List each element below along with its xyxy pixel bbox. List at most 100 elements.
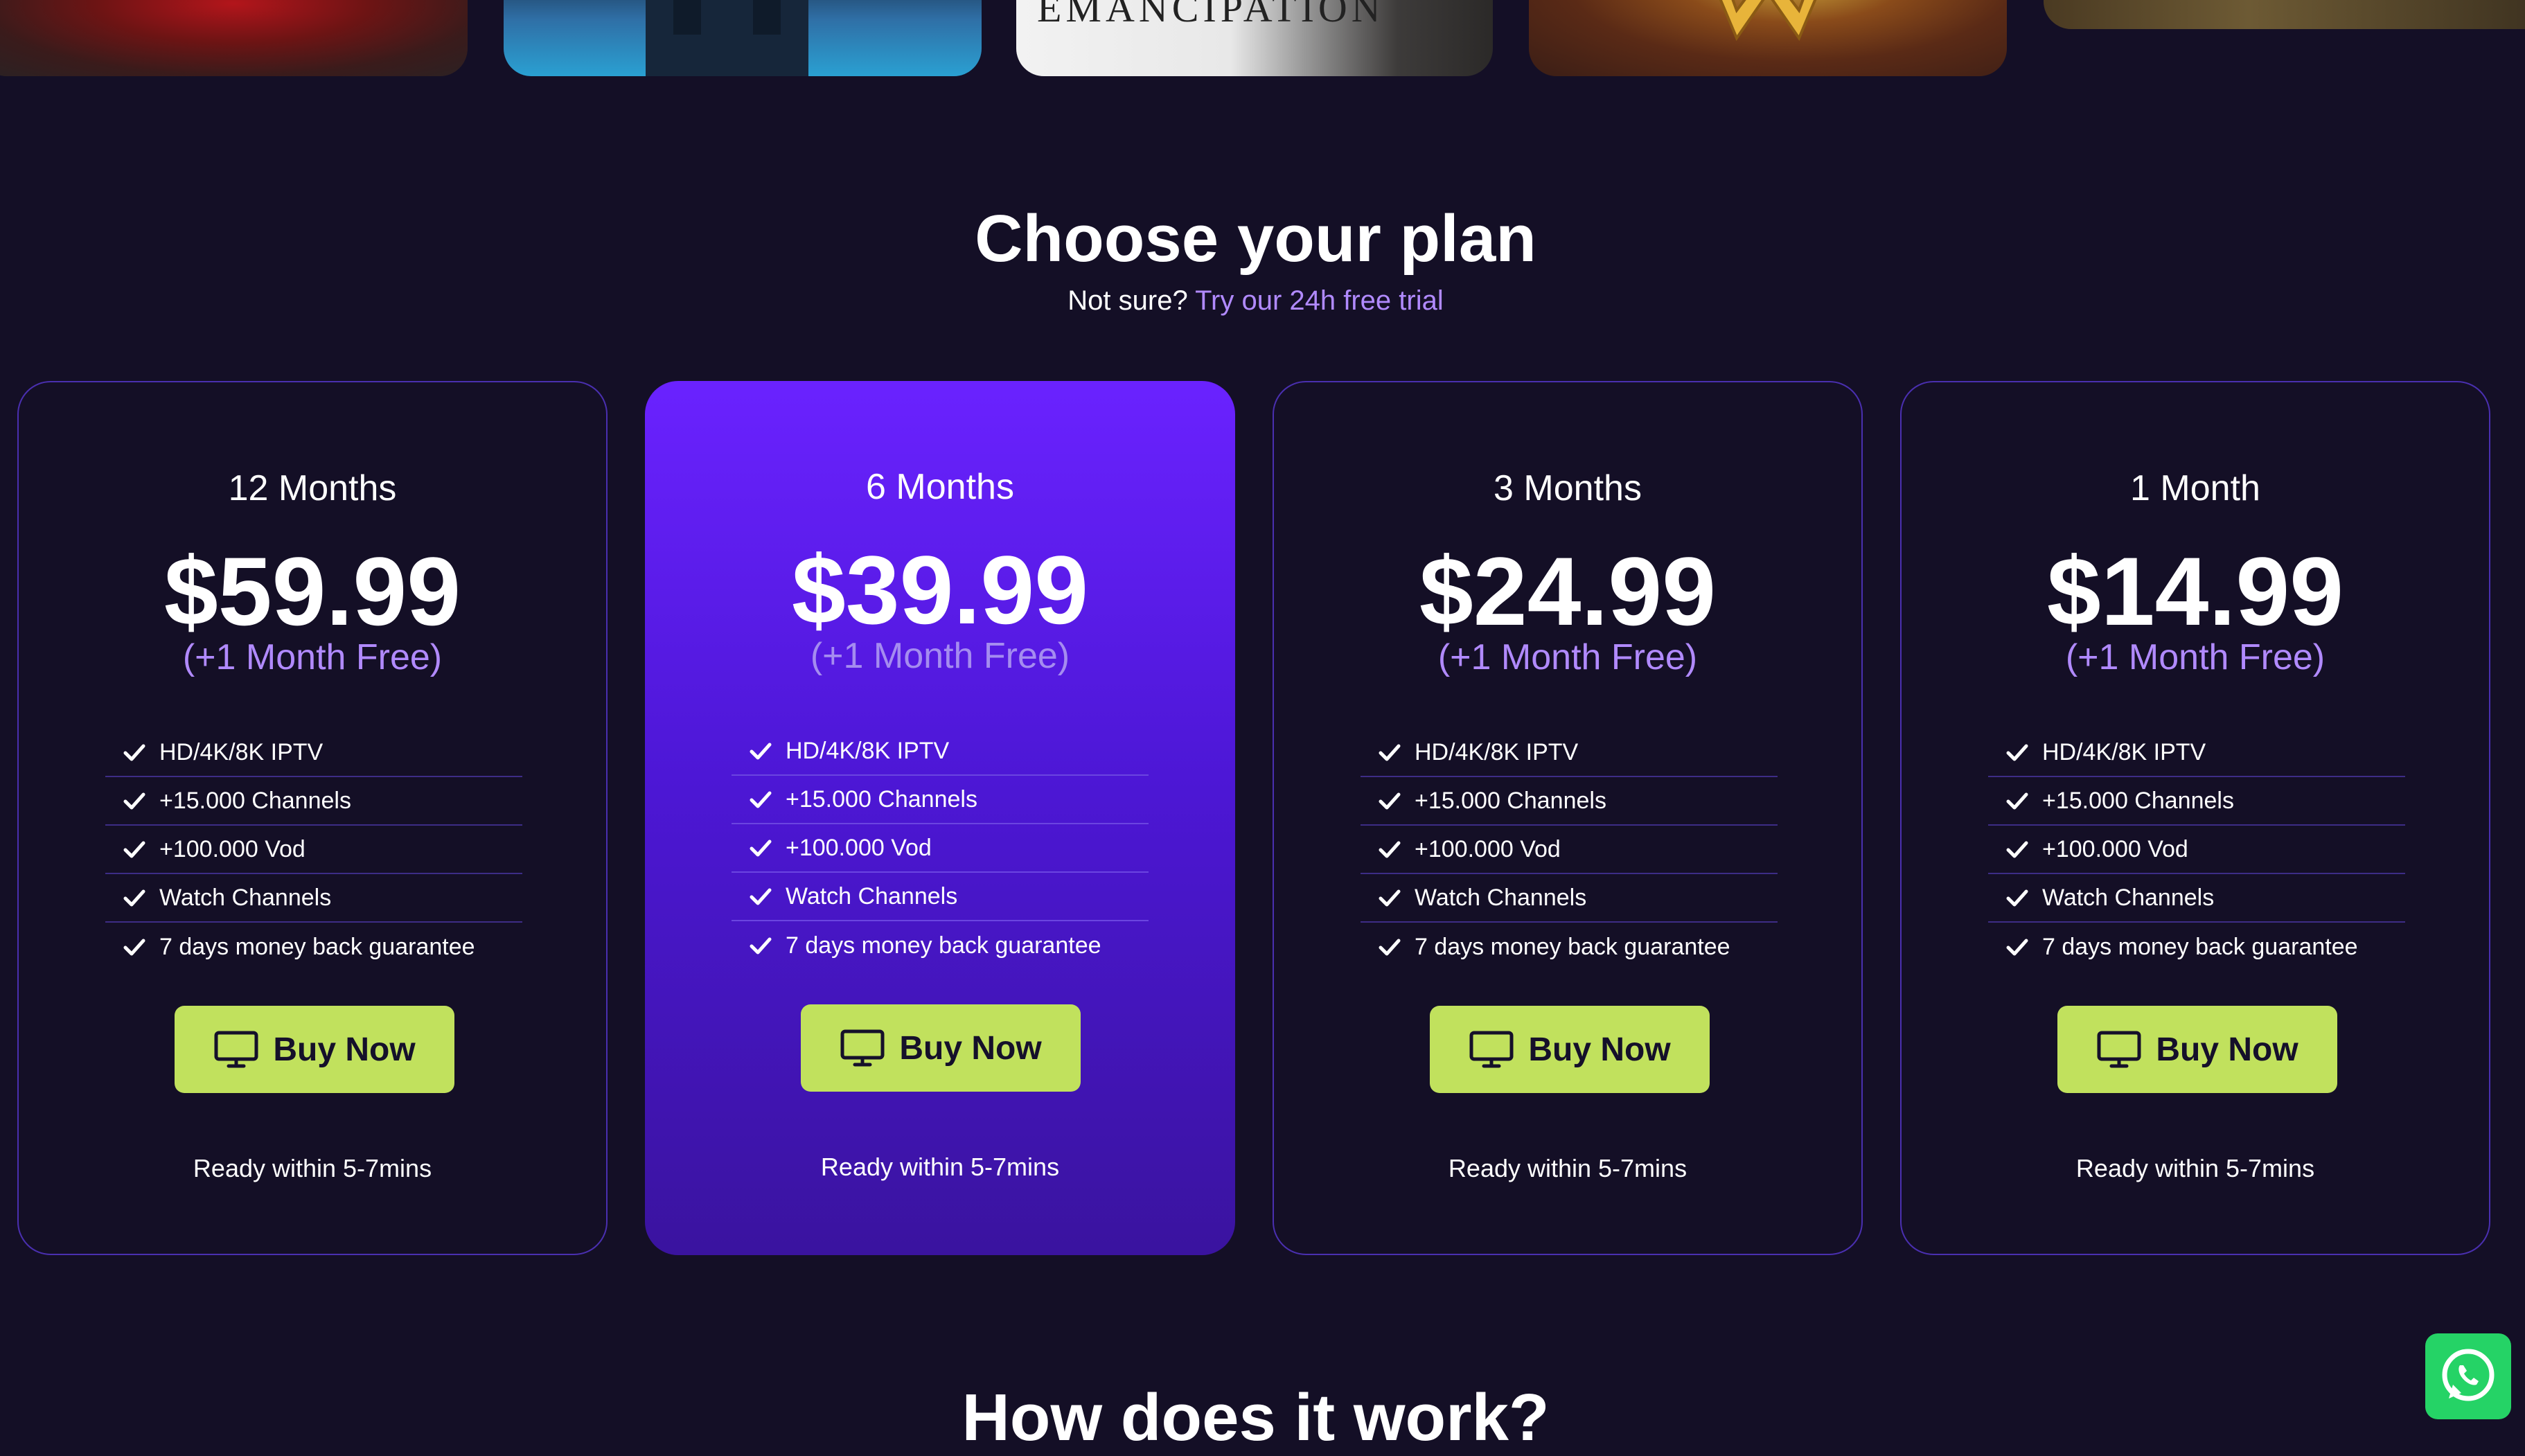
plan-feature-label: HD/4K/8K IPTV bbox=[2042, 738, 2206, 765]
plan-feature: Watch Channels bbox=[1988, 874, 2405, 923]
check-icon bbox=[1379, 939, 1401, 956]
plan-feature: 7 days money back guarantee bbox=[1361, 923, 1778, 971]
check-icon bbox=[123, 841, 145, 858]
movie-poster-3[interactable]: EMANCIPATION bbox=[1016, 0, 1493, 76]
poster-w-logo bbox=[1719, 0, 1817, 42]
plan-duration: 6 Months bbox=[866, 467, 1014, 507]
plan-feature: +100.000 Vod bbox=[105, 826, 522, 874]
plan-duration: 1 Month bbox=[2130, 468, 2260, 508]
plan-feature-label: Watch Channels bbox=[2042, 884, 2215, 911]
plan-bonus: (+1 Month Free) bbox=[2065, 637, 2325, 677]
monitor-icon bbox=[1469, 1031, 1514, 1068]
buy-now-button[interactable]: Buy Now bbox=[2057, 1006, 2337, 1093]
plan-feature-label: HD/4K/8K IPTV bbox=[1415, 738, 1579, 765]
monitor-icon bbox=[214, 1031, 258, 1068]
plan-feature-label: Watch Channels bbox=[786, 882, 958, 909]
check-icon bbox=[2006, 744, 2028, 761]
check-icon bbox=[123, 889, 145, 907]
ready-note: Ready within 5-7mins bbox=[1448, 1154, 1687, 1182]
check-icon bbox=[2006, 939, 2028, 956]
plan-feature-list: HD/4K/8K IPTV +15.000 Channels +100.000 … bbox=[1988, 729, 2405, 971]
plan-feature-label: HD/4K/8K IPTV bbox=[786, 737, 950, 764]
plan-duration: 3 Months bbox=[1494, 468, 1642, 508]
check-icon bbox=[123, 792, 145, 810]
plan-feature-list: HD/4K/8K IPTV +15.000 Channels +100.000 … bbox=[1361, 729, 1778, 971]
plan-feature-label: Watch Channels bbox=[1415, 884, 1587, 911]
buy-now-button[interactable]: Buy Now bbox=[1430, 1006, 1710, 1093]
poster-title-text: EMANCIPATION bbox=[1037, 0, 1385, 30]
plan-bonus: (+1 Month Free) bbox=[1437, 637, 1698, 677]
monitor-icon bbox=[840, 1029, 885, 1067]
whatsapp-icon bbox=[2442, 1349, 2495, 1401]
buy-now-label: Buy Now bbox=[899, 1029, 1042, 1067]
plan-feature: +15.000 Channels bbox=[1361, 777, 1778, 826]
plan-feature-list: HD/4K/8K IPTV +15.000 Channels +100.000 … bbox=[732, 727, 1149, 970]
plan-feature: +100.000 Vod bbox=[732, 824, 1149, 873]
check-icon bbox=[750, 743, 772, 760]
plan-feature: +100.000 Vod bbox=[1988, 826, 2405, 874]
plan-feature-label: +100.000 Vod bbox=[1415, 835, 1561, 862]
plan-feature: Watch Channels bbox=[1361, 874, 1778, 923]
check-icon bbox=[1379, 792, 1401, 810]
plans-title: Choose your plan bbox=[975, 202, 1536, 276]
plan-feature-label: 7 days money back guarantee bbox=[1415, 933, 1730, 960]
plans-subtitle: Not sure? Try our 24h free trial bbox=[0, 281, 2511, 320]
plan-card-3-months: 3 Months $24.99 (+1 Month Free) HD/4K/8K… bbox=[1273, 381, 1863, 1255]
plan-duration: 12 Months bbox=[228, 468, 397, 508]
check-icon bbox=[1379, 744, 1401, 761]
plan-feature-label: +15.000 Channels bbox=[786, 785, 977, 813]
ready-note: Ready within 5-7mins bbox=[820, 1153, 1060, 1181]
plan-price: $14.99 bbox=[2046, 537, 2344, 646]
plan-feature-label: +15.000 Channels bbox=[2042, 787, 2234, 814]
plan-feature: HD/4K/8K IPTV bbox=[732, 727, 1149, 776]
plan-feature: 7 days money back guarantee bbox=[105, 923, 522, 971]
check-icon bbox=[2006, 841, 2028, 858]
poster-house-shape bbox=[646, 0, 808, 76]
plan-card-6-months: 6 Months $39.99 (+1 Month Free) HD/4K/8K… bbox=[645, 381, 1235, 1255]
movie-poster-4[interactable] bbox=[1529, 0, 2007, 76]
plan-feature-label: +100.000 Vod bbox=[159, 835, 305, 862]
free-trial-link[interactable]: Try our 24h free trial bbox=[1195, 285, 1444, 316]
plan-feature-label: HD/4K/8K IPTV bbox=[159, 738, 324, 765]
plan-feature-label: Watch Channels bbox=[159, 884, 332, 911]
plan-feature-label: 7 days money back guarantee bbox=[786, 932, 1101, 959]
plan-price: $39.99 bbox=[791, 535, 1089, 644]
buy-now-label: Buy Now bbox=[1528, 1031, 1671, 1068]
check-icon bbox=[750, 791, 772, 808]
buy-now-button[interactable]: Buy Now bbox=[175, 1006, 454, 1093]
plan-price: $59.99 bbox=[163, 537, 461, 646]
whatsapp-chat-button[interactable] bbox=[2425, 1333, 2511, 1419]
movie-poster-5[interactable] bbox=[2044, 0, 2525, 29]
plan-feature: Watch Channels bbox=[105, 874, 522, 923]
plan-feature: +15.000 Channels bbox=[105, 777, 522, 826]
ready-note: Ready within 5-7mins bbox=[193, 1154, 432, 1182]
check-icon bbox=[2006, 889, 2028, 907]
movie-poster-1[interactable] bbox=[0, 0, 468, 76]
plan-feature: +15.000 Channels bbox=[1988, 777, 2405, 826]
plans-subtitle-prefix: Not sure? bbox=[1067, 285, 1188, 316]
plan-feature: HD/4K/8K IPTV bbox=[1988, 729, 2405, 777]
plan-card-12-months: 12 Months $59.99 (+1 Month Free) HD/4K/8… bbox=[17, 381, 608, 1255]
plan-price: $24.99 bbox=[1419, 537, 1717, 646]
plan-feature: +100.000 Vod bbox=[1361, 826, 1778, 874]
plan-bonus: (+1 Month Free) bbox=[810, 636, 1070, 676]
plan-feature-list: HD/4K/8K IPTV +15.000 Channels +100.000 … bbox=[105, 729, 522, 971]
buy-now-label: Buy Now bbox=[2156, 1031, 2298, 1068]
check-icon bbox=[750, 937, 772, 955]
plan-feature-label: 7 days money back guarantee bbox=[2042, 933, 2358, 960]
buy-now-button[interactable]: Buy Now bbox=[801, 1004, 1081, 1092]
plan-feature: HD/4K/8K IPTV bbox=[1361, 729, 1778, 777]
check-icon bbox=[1379, 889, 1401, 907]
check-icon bbox=[1379, 841, 1401, 858]
buy-now-label: Buy Now bbox=[273, 1031, 416, 1068]
monitor-icon bbox=[2097, 1031, 2141, 1068]
plan-feature-label: +15.000 Channels bbox=[159, 787, 351, 814]
plan-feature-label: +15.000 Channels bbox=[1415, 787, 1606, 814]
movie-poster-2[interactable] bbox=[504, 0, 982, 76]
check-icon bbox=[123, 939, 145, 956]
plan-feature-label: 7 days money back guarantee bbox=[159, 933, 475, 960]
plan-feature-label: +100.000 Vod bbox=[2042, 835, 2188, 862]
check-icon bbox=[2006, 792, 2028, 810]
plan-feature: +15.000 Channels bbox=[732, 776, 1149, 824]
how-it-works-title: How does it work? bbox=[962, 1380, 1550, 1455]
